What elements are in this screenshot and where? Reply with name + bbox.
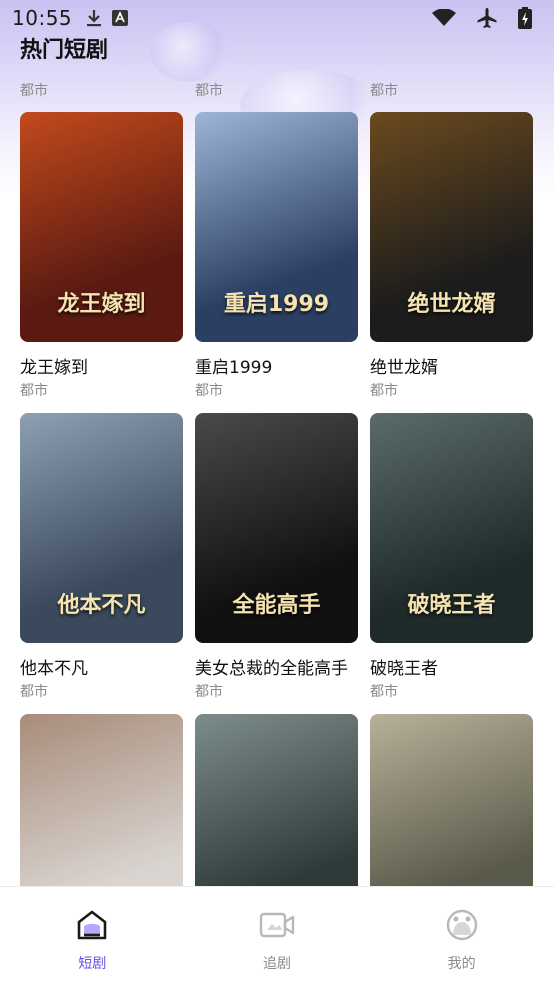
status-time: 10:55 xyxy=(12,6,73,30)
drama-poster[interactable]: 他本不凡 xyxy=(20,413,183,643)
drama-genre: 都市 xyxy=(370,383,398,399)
drama-card[interactable]: 龙王嫁到 龙王嫁到 都市 xyxy=(20,112,183,400)
airplane-mode-icon xyxy=(476,7,498,29)
drama-title[interactable]: 龙王嫁到 xyxy=(20,353,183,375)
drama-title[interactable]: 美女总裁的全能高手 xyxy=(195,654,358,676)
poster-title-art: 全能高手 xyxy=(232,593,321,618)
drama-poster[interactable]: 绝世龙婿 xyxy=(370,112,533,342)
partial-row: 都市 都市 都市 xyxy=(20,80,534,100)
nav-label: 追剧 xyxy=(263,956,291,972)
battery-charging-icon xyxy=(518,7,532,29)
nav-tab-following[interactable]: 追剧 xyxy=(185,887,370,984)
drama-poster[interactable]: 重启1999 xyxy=(195,112,358,342)
poster-title-art: 破晓王者 xyxy=(407,593,496,618)
nav-tab-me[interactable]: 我的 xyxy=(369,887,554,984)
drama-title[interactable]: 他本不凡 xyxy=(20,654,183,676)
profile-face-icon xyxy=(444,907,480,943)
page-title: 热门短剧 xyxy=(20,38,109,63)
drama-genre: 都市 xyxy=(370,684,398,700)
nav-label: 我的 xyxy=(447,956,476,972)
drama-title[interactable]: 重启1999 xyxy=(195,353,358,375)
drama-poster[interactable]: 龙王嫁到 xyxy=(20,112,183,342)
drama-grid[interactable]: 都市 都市 都市 龙王嫁到 龙王嫁到 都市 重启1999 重启1999 都市 绝世龙婿 绝世龙… xyxy=(0,0,554,886)
drama-row: 上门龙帝神医白小姐替婚 xyxy=(20,714,534,886)
drama-card[interactable]: 破晓王者 破晓王者 都市 xyxy=(370,413,533,701)
drama-poster[interactable]: 神医白小姐 xyxy=(195,714,358,886)
download-icon xyxy=(86,9,102,27)
drama-card[interactable]: 绝世龙婿 绝世龙婿 都市 xyxy=(370,112,533,400)
drama-card[interactable]: 全能高手美女总裁的全能高手都市 xyxy=(195,413,358,701)
card-genre: 都市 xyxy=(20,83,48,99)
nav-tab-shorts[interactable]: 短剧 xyxy=(0,887,185,984)
card-genre: 都市 xyxy=(370,83,398,99)
drama-card[interactable]: 上门龙帝 xyxy=(20,714,183,886)
drama-poster[interactable]: 上门龙帝 xyxy=(20,714,183,886)
poster-title-art: 绝世龙婿 xyxy=(407,292,496,317)
drama-title[interactable]: 破晓王者 xyxy=(370,654,533,676)
drama-genre: 都市 xyxy=(195,684,223,700)
drama-poster[interactable]: 破晓王者 xyxy=(370,413,533,643)
drama-poster[interactable]: 替婚 xyxy=(370,714,533,886)
drama-card[interactable]: 替婚 xyxy=(370,714,533,886)
house-icon xyxy=(74,907,110,943)
poster-title-art: 他本不凡 xyxy=(57,593,146,618)
drama-row: 龙王嫁到 龙王嫁到 都市 重启1999 重启1999 都市 绝世龙婿 绝世龙婿 都市 xyxy=(20,112,534,400)
keyboard-app-icon xyxy=(112,10,129,26)
wifi-icon xyxy=(432,9,456,27)
drama-genre: 都市 xyxy=(20,383,48,399)
drama-poster[interactable]: 全能高手 xyxy=(195,413,358,643)
card-genre: 都市 xyxy=(195,83,223,99)
drama-row: 他本不凡 他本不凡 都市 全能高手 美女总裁的全能高手 都市 破晓王者 破晓王者 都市 xyxy=(20,413,534,701)
drama-card[interactable]: 重启1999 重启1999 都市 xyxy=(195,112,358,400)
bottom-navigation: 短剧 追剧 我的 xyxy=(0,886,554,984)
poster-title-art: 重启1999 xyxy=(223,292,330,317)
poster-title-art: 龙王嫁到 xyxy=(57,292,146,317)
drama-title[interactable]: 绝世龙婿 xyxy=(370,353,533,375)
drama-card[interactable]: 神医白小姐 xyxy=(195,714,358,886)
drama-genre: 都市 xyxy=(20,684,48,700)
drama-card[interactable]: 他本不凡 他本不凡 都市 xyxy=(20,413,183,701)
video-camera-icon xyxy=(259,907,295,943)
nav-label: 短剧 xyxy=(78,956,107,972)
drama-genre: 都市 xyxy=(195,383,223,399)
status-bar: 10:55 xyxy=(0,0,554,36)
